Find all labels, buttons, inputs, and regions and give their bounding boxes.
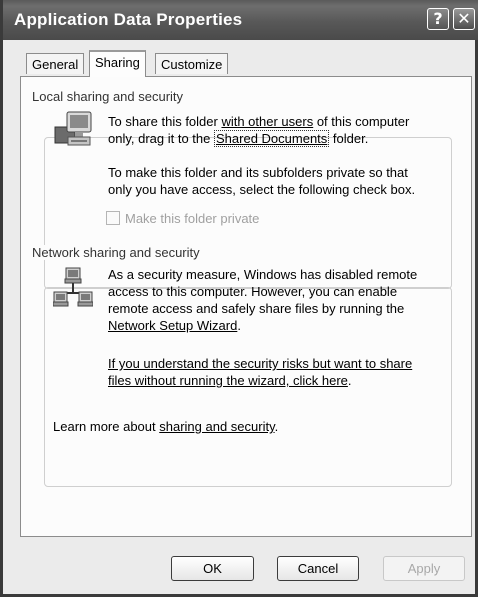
close-button[interactable]: ✕	[453, 8, 475, 30]
help-icon: ?	[433, 9, 443, 28]
make-private-label: Make this folder private	[125, 211, 260, 226]
risk-link-block: If you understand the security risks but…	[108, 356, 413, 388]
make-private-checkbox[interactable]	[106, 211, 120, 225]
cancel-button[interactable]: Cancel	[277, 556, 359, 581]
local-sharing-legend: Local sharing and security	[30, 89, 186, 104]
close-icon: ✕	[457, 9, 471, 28]
local-sharing-text-1: To share this folder with other users of…	[108, 114, 410, 147]
help-button[interactable]: ?	[427, 8, 449, 30]
tab-customize[interactable]: Customize	[155, 53, 229, 74]
network-sharing-text: As a security measure, Windows has disab…	[108, 267, 418, 333]
ok-button[interactable]: OK	[171, 556, 254, 581]
network-sharing-legend: Network sharing and security	[30, 245, 202, 260]
make-private-checkbox-row[interactable]: Make this folder private	[106, 211, 259, 226]
network-setup-wizard-link[interactable]: Network Setup Wizard	[108, 318, 237, 333]
tab-sharing[interactable]: Sharing	[89, 50, 146, 77]
learn-more-text: Learn more about sharing and security.	[53, 419, 279, 434]
shared-documents-link[interactable]: Shared Documents	[214, 130, 330, 147]
computer-folder-icon	[54, 111, 92, 146]
properties-dialog: Application Data Properties ? ✕ General …	[0, 0, 478, 597]
other-users-link[interactable]: with other users	[221, 114, 313, 129]
network-computers-icon	[53, 267, 93, 307]
share-without-wizard-link[interactable]: If you understand the security risks but…	[108, 356, 412, 388]
apply-button[interactable]: Apply	[383, 556, 465, 581]
title-bar[interactable]: Application Data Properties ? ✕	[3, 0, 478, 40]
sharing-security-link[interactable]: sharing and security	[159, 419, 274, 434]
tab-general[interactable]: General	[26, 53, 85, 74]
window-title: Application Data Properties	[14, 10, 243, 29]
local-sharing-text-2: To make this folder and its subfolders p…	[108, 165, 416, 197]
